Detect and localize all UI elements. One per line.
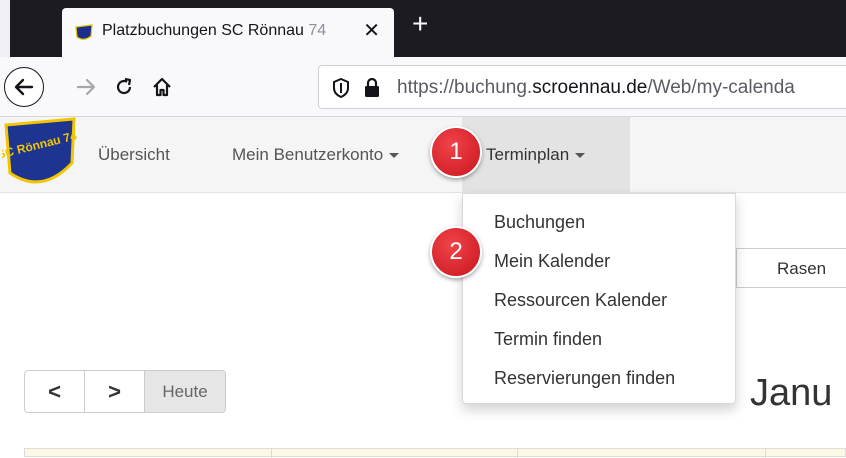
browser-tab-active[interactable]: Platzbuchungen SC Rönnau 74 ✕: [62, 8, 394, 57]
menu-item-termin-finden[interactable]: Termin finden: [494, 329, 602, 350]
menu-item-reservierungen-finden[interactable]: Reservierungen finden: [494, 368, 675, 389]
arrow-right-icon: [76, 78, 96, 96]
reload-button[interactable]: [104, 67, 144, 107]
terminplan-dropdown-menu: Buchungen Mein Kalender Ressourcen Kalen…: [462, 193, 736, 404]
calendar-table-header: [24, 448, 846, 458]
nav-item-benutzerkonto[interactable]: Mein Benutzerkonto: [232, 145, 400, 165]
nav-item-terminplan[interactable]: Terminplan: [486, 145, 586, 165]
annotation-badge-1: 1: [430, 126, 482, 178]
menu-item-mein-kalender[interactable]: Mein Kalender: [494, 251, 610, 272]
forward-button[interactable]: [66, 67, 106, 107]
calendar-nav-buttons: < > Heute: [24, 370, 226, 413]
browser-tab-strip: Platzbuchungen SC Rönnau 74 ✕ +: [0, 0, 846, 57]
menu-item-buchungen[interactable]: Buchungen: [494, 212, 585, 233]
new-tab-button[interactable]: +: [412, 10, 428, 38]
lock-icon[interactable]: [363, 77, 381, 99]
browser-toolbar: https://buchung.scroennau.de/Web/my-cale…: [0, 57, 846, 117]
shield-icon[interactable]: [331, 77, 351, 99]
sc-roennau-favicon-icon: [75, 24, 93, 40]
today-button[interactable]: Heute: [145, 371, 225, 412]
home-button[interactable]: [142, 67, 182, 107]
annotation-badge-2: 2: [430, 226, 482, 278]
arrow-left-icon: [14, 78, 34, 96]
address-bar[interactable]: https://buchung.scroennau.de/Web/my-cale…: [318, 65, 846, 109]
site-navigation: SC Rönnau 74 Übersicht Mein Benutzerkont…: [0, 117, 846, 193]
next-button[interactable]: >: [85, 371, 145, 412]
club-logo[interactable]: SC Rönnau 74: [2, 117, 78, 193]
close-tab-icon[interactable]: ✕: [363, 21, 380, 41]
calendar-month-title: Janu: [750, 372, 833, 414]
caret-down-icon: [389, 153, 400, 159]
menu-item-ressourcen-kalender[interactable]: Ressourcen Kalender: [494, 290, 667, 311]
resource-select[interactable]: Rasen: [736, 248, 846, 288]
back-button[interactable]: [4, 67, 44, 107]
prev-button[interactable]: <: [25, 371, 85, 412]
reload-icon: [116, 77, 132, 95]
caret-down-icon: [575, 153, 586, 159]
nav-item-uebersicht[interactable]: Übersicht: [98, 145, 170, 165]
tab-title: Platzbuchungen SC Rönnau 74: [102, 22, 327, 39]
url-text: https://buchung.scroennau.de/Web/my-cale…: [397, 77, 795, 98]
home-icon: [153, 77, 171, 97]
